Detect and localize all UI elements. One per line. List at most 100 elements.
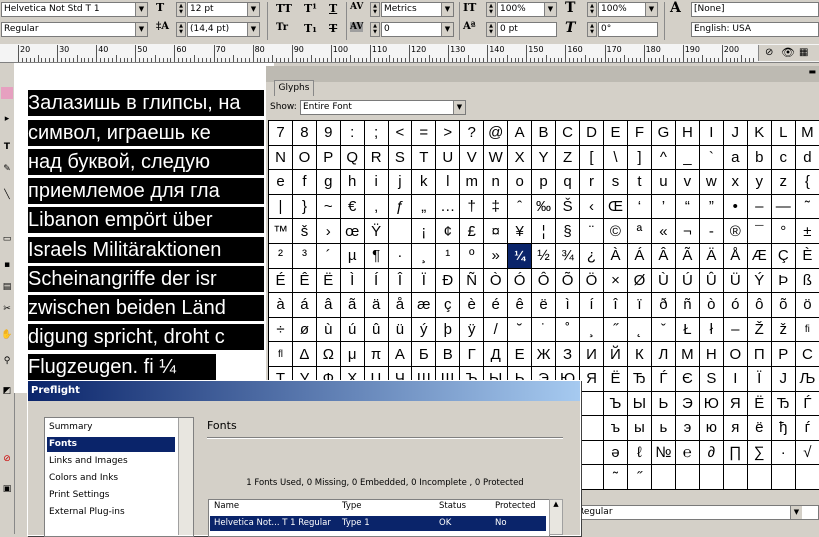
glyph-cell[interactable]: º (460, 243, 484, 268)
glyph-cell[interactable]: Й (603, 342, 627, 367)
glyph-cell[interactable]: ; (364, 121, 388, 146)
glyph-cell[interactable]: - (699, 219, 723, 244)
glyph-cell[interactable]: Œ (603, 194, 627, 219)
glyph-cell[interactable]: S (388, 145, 412, 170)
glyph-cell[interactable]: Ç (771, 243, 795, 268)
glyph-cell[interactable]: Ы (627, 391, 651, 416)
glyph-cell[interactable]: ‡ (484, 194, 508, 219)
glyph-cell[interactable]: Ÿ (364, 219, 388, 244)
scissors-icon[interactable]: ✂ (1, 303, 13, 315)
glyph-cell[interactable]: œ (340, 219, 364, 244)
skew-stepper[interactable]: ▲▼ (587, 22, 597, 37)
glyph-cell[interactable]: ¶ (364, 243, 388, 268)
glyph-cell[interactable]: } (293, 194, 317, 219)
glyph-cell[interactable]: ¥ (508, 219, 532, 244)
glyph-cell[interactable]: Â (651, 243, 675, 268)
glyph-cell[interactable]: ž (771, 317, 795, 342)
grid-icon[interactable]: ▦ (799, 47, 808, 58)
glyph-cell[interactable]: å (388, 293, 412, 318)
glyph-cell[interactable]: ù (316, 317, 340, 342)
text-line[interactable]: приемлемое для гла (28, 178, 264, 204)
fill-stroke-icon[interactable]: ◩ (1, 385, 13, 397)
glyph-cell[interactable]: № (651, 440, 675, 465)
glyph-cell[interactable]: ¨ (580, 219, 604, 244)
none-swatch-icon[interactable]: ⊘ (1, 453, 13, 465)
glyph-cell[interactable]: Ђ (627, 366, 651, 391)
glyph-cell[interactable]: Ж (532, 342, 556, 367)
panel-menu-icon[interactable]: ▬ (808, 67, 816, 76)
glyph-cell[interactable]: ˙ (532, 317, 556, 342)
tab-glyphs[interactable]: Glyphs (274, 80, 314, 96)
glyph-cell[interactable]: Î (388, 268, 412, 293)
glyph-cell[interactable]: — (771, 194, 795, 219)
glyph-cell[interactable]: ’ (651, 194, 675, 219)
glyph-cell[interactable]: Á (627, 243, 651, 268)
baseline-shift-field[interactable]: 0 pt (497, 22, 557, 37)
glyph-cell[interactable]: Ð (436, 268, 460, 293)
all-caps-button[interactable]: TT (276, 2, 292, 15)
glyph-cell[interactable]: ¯ (747, 219, 771, 244)
glyph-cell[interactable]: ý (412, 317, 436, 342)
view-controls[interactable]: ⊘ 👁 ▦ (758, 45, 819, 61)
glyph-cell[interactable]: « (651, 219, 675, 244)
glyph-cell[interactable]: 9 (316, 121, 340, 146)
glyph-cell[interactable]: = (412, 121, 436, 146)
glyph-cell[interactable]: R (364, 145, 388, 170)
glyph-cell[interactable]: Š (556, 194, 580, 219)
glyph-cell[interactable]: ¸ (412, 243, 436, 268)
glyph-cell[interactable]: I (699, 121, 723, 146)
glyph-cell[interactable]: ѓ (795, 416, 819, 441)
glyph-cell[interactable]: c (771, 145, 795, 170)
glyph-cell[interactable]: n (484, 170, 508, 195)
glyph-cell[interactable]: p (532, 170, 556, 195)
glyph-cell[interactable]: Q (340, 145, 364, 170)
glyph-cell[interactable]: ‚ (364, 194, 388, 219)
zoom-tool-icon[interactable]: ⚲ (1, 355, 13, 367)
glyph-cell[interactable]: ˜ (795, 194, 819, 219)
kerning-stepper[interactable]: ▲▼ (370, 2, 380, 17)
glyph-cell[interactable]: C (556, 121, 580, 146)
glyph-cell[interactable]: – (723, 317, 747, 342)
text-line[interactable]: Libanon empört über (28, 207, 264, 233)
glyph-cell[interactable]: ± (795, 219, 819, 244)
glyph-cell[interactable]: Ё (747, 391, 771, 416)
glyph-cell[interactable]: à (269, 293, 293, 318)
font-size-field[interactable]: 12 pt ▼ (187, 2, 260, 17)
glyph-cell[interactable]: ˝ (603, 317, 627, 342)
glyph-cell[interactable]: С (795, 342, 819, 367)
glyph-cell[interactable]: F (627, 121, 651, 146)
glyph-cell[interactable]: Г (460, 342, 484, 367)
glyph-cell[interactable]: · (771, 440, 795, 465)
glyph-cell[interactable]: Ò (484, 268, 508, 293)
glyph-cell[interactable]: É (269, 268, 293, 293)
glyph-cell[interactable]: V (460, 145, 484, 170)
glyph-cell[interactable]: ® (723, 219, 747, 244)
glyph-cell[interactable] (675, 465, 699, 490)
glyph-cell[interactable]: Ø (627, 268, 651, 293)
glyph-cell[interactable]: í (580, 293, 604, 318)
glyph-cell[interactable] (580, 465, 604, 490)
glyph-cell[interactable]: ï (627, 293, 651, 318)
glyph-cell[interactable]: З (556, 342, 580, 367)
nav-item-links-and-images[interactable]: Links and Images (47, 454, 175, 469)
frame-tool-icon[interactable]: ▭ (1, 233, 13, 245)
glyph-cell[interactable]: ÷ (269, 317, 293, 342)
glyph-cell[interactable]: s (603, 170, 627, 195)
glyph-cell[interactable]: ÿ (460, 317, 484, 342)
glyph-cell[interactable]: û (364, 317, 388, 342)
leading-field[interactable]: (14,4 pt) ▼ (187, 22, 260, 37)
glyph-cell[interactable]: Ѕ (699, 366, 723, 391)
glyph-cell[interactable]: Я (723, 391, 747, 416)
screen-mode-icon[interactable]: ▣ (1, 483, 13, 495)
glyph-cell[interactable]: ¬ (675, 219, 699, 244)
glyph-cell[interactable]: М (675, 342, 699, 367)
glyph-cell[interactable]: · (388, 243, 412, 268)
glyph-cell[interactable]: ‰ (532, 194, 556, 219)
pencil-icon[interactable]: ✎ (1, 163, 13, 175)
glyph-cell[interactable]: w (699, 170, 723, 195)
glyph-cell[interactable]: ё (747, 416, 771, 441)
glyph-cell[interactable]: õ (771, 293, 795, 318)
glyph-cell[interactable]: _ (675, 145, 699, 170)
superscript-button[interactable]: T¹ (304, 2, 317, 15)
glyph-cell[interactable]: : (340, 121, 364, 146)
